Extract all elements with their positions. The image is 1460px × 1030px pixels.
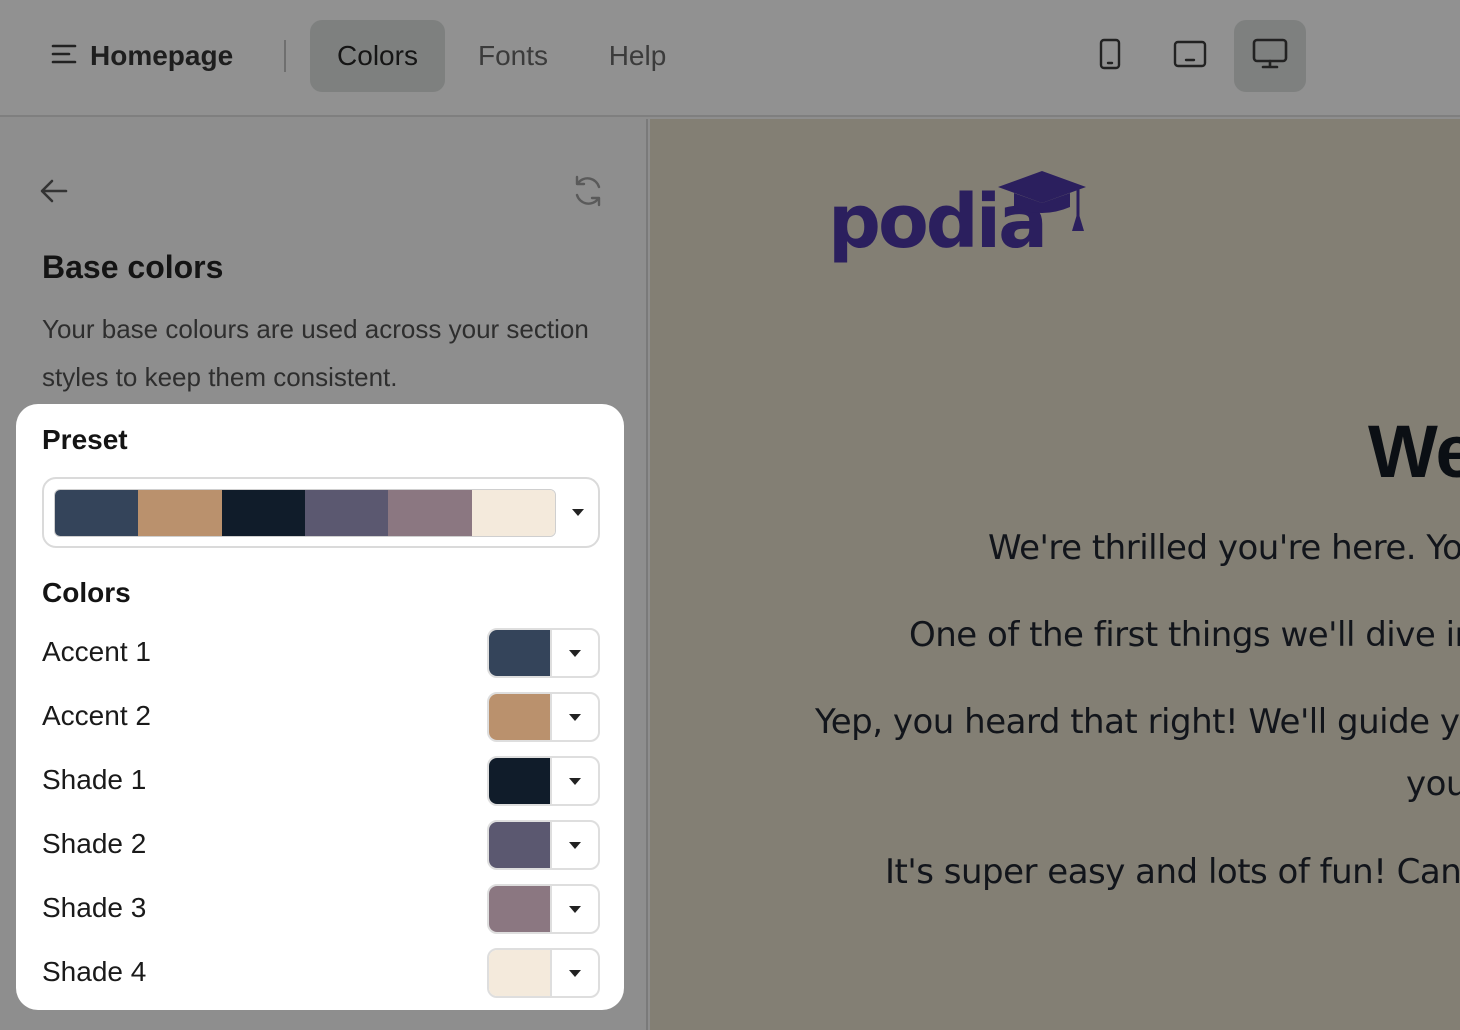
colors-heading: Colors <box>42 577 131 608</box>
color-picker-accent-2[interactable] <box>487 692 600 742</box>
color-swatch <box>489 758 552 804</box>
mobile-preview-button[interactable] <box>1074 20 1146 92</box>
desktop-preview-button[interactable] <box>1234 20 1306 92</box>
colors-sidebar: Base colors Your base colours are used a… <box>0 119 648 1030</box>
preset-heading: Preset <box>42 424 128 455</box>
section-description: Your base colours are used across your s… <box>42 314 589 392</box>
hero-paragraph: you <box>1406 764 1460 804</box>
color-swatch <box>489 630 552 676</box>
color-label: Shade 4 <box>42 956 147 987</box>
refresh-icon <box>571 174 605 213</box>
caret-down-icon <box>569 842 581 849</box>
color-swatch <box>489 886 552 932</box>
color-picker-accent-1[interactable] <box>487 628 600 678</box>
hero-paragraph: One of the first things we'll dive int <box>909 615 1460 655</box>
desktop-icon <box>1252 38 1288 75</box>
color-row-accent-1: Accent 1 <box>42 628 600 678</box>
color-swatch <box>489 694 552 740</box>
color-row-accent-2: Accent 2 <box>42 692 600 742</box>
site-preview: podia We We're thrilled you're here. You… <box>650 119 1460 1030</box>
mobile-icon <box>1096 38 1124 75</box>
color-label: Shade 1 <box>42 764 147 795</box>
preset-swatch <box>304 490 389 536</box>
caret-down-icon <box>569 970 581 977</box>
preset-swatches <box>54 489 556 537</box>
preset-select[interactable] <box>42 477 600 548</box>
color-row-shade-2: Shade 2 <box>42 820 600 870</box>
caret-down-icon <box>569 650 581 657</box>
color-row-shade-1: Shade 1 <box>42 756 600 806</box>
hero-paragraph: We're thrilled you're here. You <box>988 528 1460 568</box>
color-picker-shade-3[interactable] <box>487 884 600 934</box>
hero-headline: We <box>1368 410 1460 493</box>
section-title: Base colors <box>42 249 224 285</box>
hero-paragraph: It's super easy and lots of fun! Can't <box>885 852 1460 892</box>
reset-colors-button[interactable] <box>570 175 606 211</box>
preset-swatch <box>138 490 222 536</box>
color-row-shade-3: Shade 3 <box>42 884 600 934</box>
color-picker-shade-2[interactable] <box>487 820 600 870</box>
preset-swatch <box>388 490 472 536</box>
color-label: Accent 1 <box>42 636 151 667</box>
color-label: Shade 2 <box>42 828 147 859</box>
preset-swatch <box>221 490 305 536</box>
caret-down-icon <box>569 906 581 913</box>
tab-help[interactable]: Help <box>590 20 685 92</box>
tablet-icon <box>1173 39 1207 74</box>
back-button[interactable] <box>36 175 72 211</box>
tablet-preview-button[interactable] <box>1154 20 1226 92</box>
color-swatch <box>489 822 552 868</box>
page-menu-button[interactable]: Homepage <box>50 34 233 78</box>
color-picker-shade-1[interactable] <box>487 756 600 806</box>
hamburger-menu-icon <box>50 40 78 73</box>
page-menu-label: Homepage <box>90 40 234 71</box>
topbar-divider <box>284 40 286 72</box>
tab-colors[interactable]: Colors <box>310 20 445 92</box>
caret-down-icon <box>569 778 581 785</box>
color-label: Shade 3 <box>42 892 147 923</box>
tab-fonts[interactable]: Fonts <box>458 20 568 92</box>
top-bar: Homepage Colors Fonts Help <box>0 0 1460 117</box>
color-settings-card: Preset Colors Accent 1 Accent 2 Shade 1 … <box>16 404 624 1010</box>
preset-swatch <box>471 490 555 536</box>
color-picker-shade-4[interactable] <box>487 948 600 998</box>
caret-down-icon <box>569 714 581 721</box>
color-swatch <box>489 950 552 996</box>
color-row-shade-4: Shade 4 <box>42 948 600 998</box>
arrow-left-icon <box>38 175 70 212</box>
preset-swatch <box>55 490 139 536</box>
hero-paragraph: Yep, you heard that right! We'll guide y… <box>815 702 1460 742</box>
color-label: Accent 2 <box>42 700 151 731</box>
podia-logo: podia <box>828 167 1088 268</box>
caret-down-icon <box>572 509 584 516</box>
